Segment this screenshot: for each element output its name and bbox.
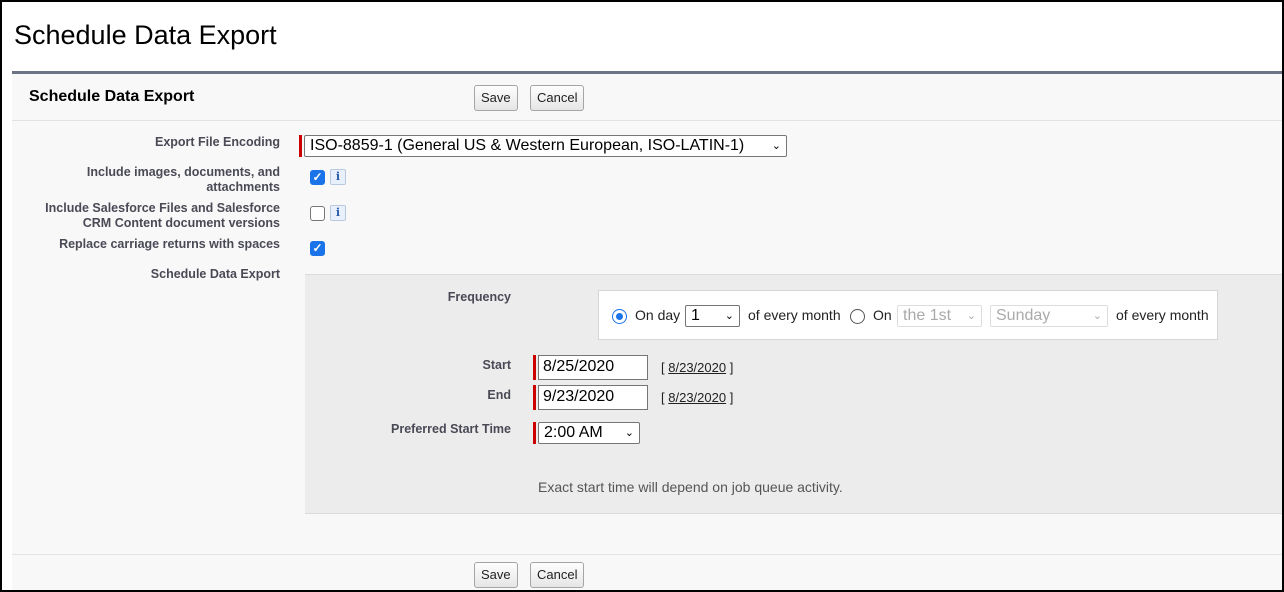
footer-divider xyxy=(12,554,1282,555)
required-indicator xyxy=(299,135,302,157)
page-title: Schedule Data Export xyxy=(14,20,277,50)
on-label: On xyxy=(873,307,892,323)
info-icon[interactable]: i xyxy=(330,205,346,221)
ordinal-value: the 1st xyxy=(903,307,952,324)
radio-on-weekday[interactable] xyxy=(850,309,865,324)
on-day-label: On day xyxy=(635,307,681,323)
include-files-label-line1: Include Salesforce Files and Salesforce xyxy=(45,201,280,215)
replace-cr-label: Replace carriage returns with spaces xyxy=(59,237,280,251)
schedule-section: Frequency On day 1 ⌄ of every month On t… xyxy=(305,274,1282,514)
end-date-input[interactable]: 9/23/2020 xyxy=(538,385,648,410)
replace-cr-checkbox[interactable]: ✓ xyxy=(310,241,325,256)
preferred-time-value: 2:00 AM xyxy=(544,424,603,441)
required-indicator xyxy=(533,422,536,444)
panel-header: Schedule Data Export Save Cancel xyxy=(12,74,1282,121)
window-frame: Schedule Data Export Schedule Data Expor… xyxy=(0,0,1284,592)
cancel-button-top[interactable]: Cancel xyxy=(530,85,585,111)
day-select[interactable]: 1 ⌄ xyxy=(685,305,740,327)
start-date-input[interactable]: 8/25/2020 xyxy=(538,355,648,380)
bracket-close: ] xyxy=(729,360,734,375)
job-queue-note: Exact start time will depend on job queu… xyxy=(538,479,843,495)
encoding-value: ISO-8859-1 (General US & Western Europea… xyxy=(310,137,745,154)
panel-title: Schedule Data Export xyxy=(29,88,195,105)
preferred-time-label: Preferred Start Time xyxy=(391,422,511,436)
radio-on-day[interactable] xyxy=(612,309,627,324)
required-indicator xyxy=(533,355,536,380)
weekday-select[interactable]: Sunday ⌄ xyxy=(990,305,1108,327)
save-button-top[interactable]: Save xyxy=(474,85,518,111)
start-today-link[interactable]: 8/23/2020 xyxy=(668,360,726,375)
bracket-open: [ xyxy=(661,360,665,375)
end-today-link[interactable]: 8/23/2020 xyxy=(668,390,726,405)
save-button-bottom[interactable]: Save xyxy=(474,562,518,588)
chevron-down-icon: ⌄ xyxy=(771,140,781,152)
include-images-label-line1: Include images, documents, and xyxy=(86,165,280,179)
start-label: Start xyxy=(482,358,511,372)
chevron-down-icon: ⌄ xyxy=(1092,310,1102,322)
ordinal-select[interactable]: the 1st ⌄ xyxy=(897,305,982,327)
weekday-value: Sunday xyxy=(996,307,1051,324)
bracket-close: ] xyxy=(729,390,734,405)
end-today-wrapper: [ 8/23/2020 ] xyxy=(661,390,733,405)
cancel-button-bottom[interactable]: Cancel xyxy=(530,562,585,588)
every-month-label-1: of every month xyxy=(748,307,841,323)
schedule-label: Schedule Data Export xyxy=(150,267,280,281)
every-month-label-2: of every month xyxy=(1116,307,1209,323)
chevron-down-icon: ⌄ xyxy=(966,310,976,322)
start-today-wrapper: [ 8/23/2020 ] xyxy=(661,360,733,375)
include-images-label: Include images, documents, and attachmen… xyxy=(12,165,280,195)
preferred-time-select[interactable]: 2:00 AM ⌄ xyxy=(538,422,640,444)
required-indicator xyxy=(533,385,536,410)
encoding-label: Export File Encoding xyxy=(154,135,280,149)
frequency-box: On day 1 ⌄ of every month On the 1st ⌄ S… xyxy=(598,290,1218,340)
info-icon[interactable]: i xyxy=(330,169,346,185)
bracket-open: [ xyxy=(661,390,665,405)
day-value: 1 xyxy=(691,307,700,324)
export-panel: Schedule Data Export Save Cancel Export … xyxy=(12,71,1282,590)
frequency-label: Frequency xyxy=(447,290,511,304)
chevron-down-icon: ⌄ xyxy=(724,310,734,322)
include-images-checkbox[interactable]: ✓ xyxy=(310,170,325,185)
include-images-label-line2: attachments xyxy=(206,180,280,194)
include-files-label-line2: CRM Content document versions xyxy=(82,216,280,230)
encoding-select[interactable]: ISO-8859-1 (General US & Western Europea… xyxy=(304,135,787,157)
include-files-checkbox[interactable] xyxy=(310,206,325,221)
include-files-label: Include Salesforce Files and Salesforce … xyxy=(12,201,280,231)
end-label: End xyxy=(487,388,511,402)
chevron-down-icon: ⌄ xyxy=(624,427,634,439)
